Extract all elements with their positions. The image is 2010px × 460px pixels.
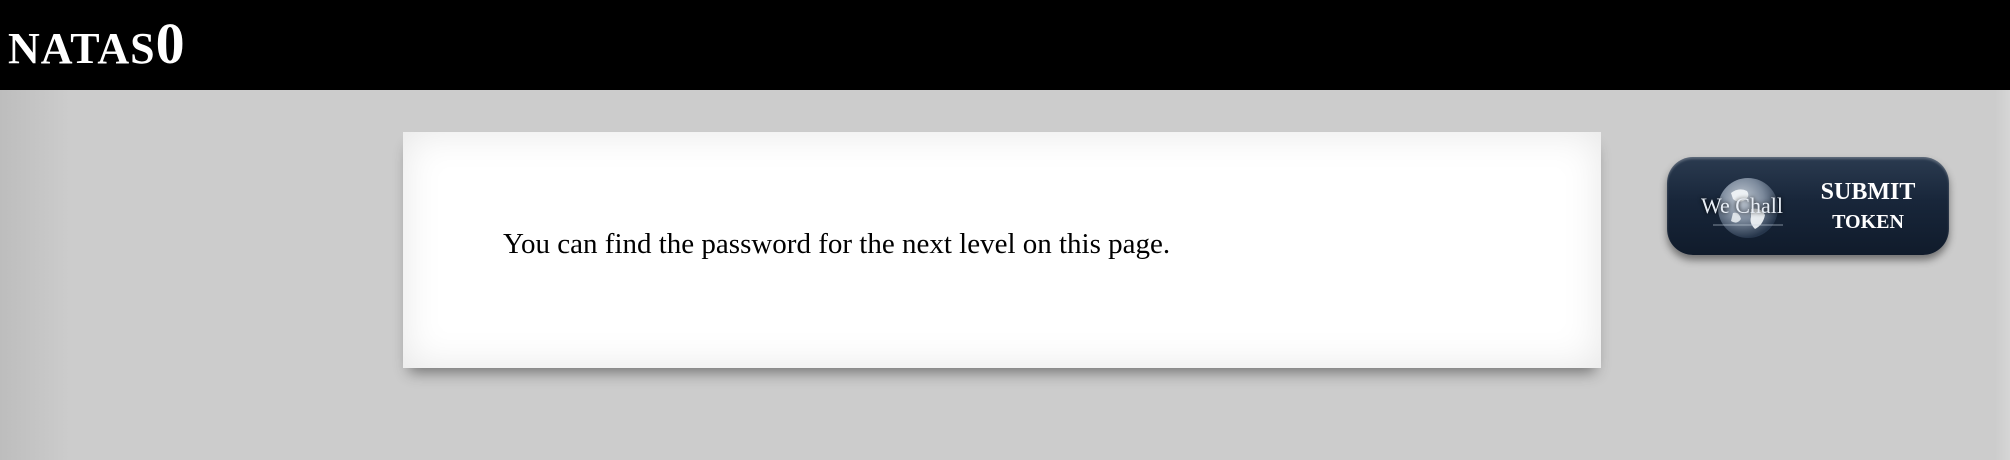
content-card: You can find the password for the next l… [403,132,1601,368]
page: NATAS0 You can find the password for the… [0,0,2010,460]
content-message: You can find the password for the next l… [503,228,1171,260]
submit-label-line2: token [1832,211,1904,233]
wechall-brand-text: We Chall [1701,193,1783,218]
submit-label-line1: Submit [1820,179,1916,205]
title-level-number: 0 [155,11,186,76]
header-bar: NATAS0 [0,0,2010,90]
submit-token-button[interactable]: We Chall Submit token [1667,157,1949,255]
submit-token-label: Submit token [1813,177,1923,237]
title-prefix: NATAS [8,24,156,73]
page-title: NATAS0 [8,14,186,79]
